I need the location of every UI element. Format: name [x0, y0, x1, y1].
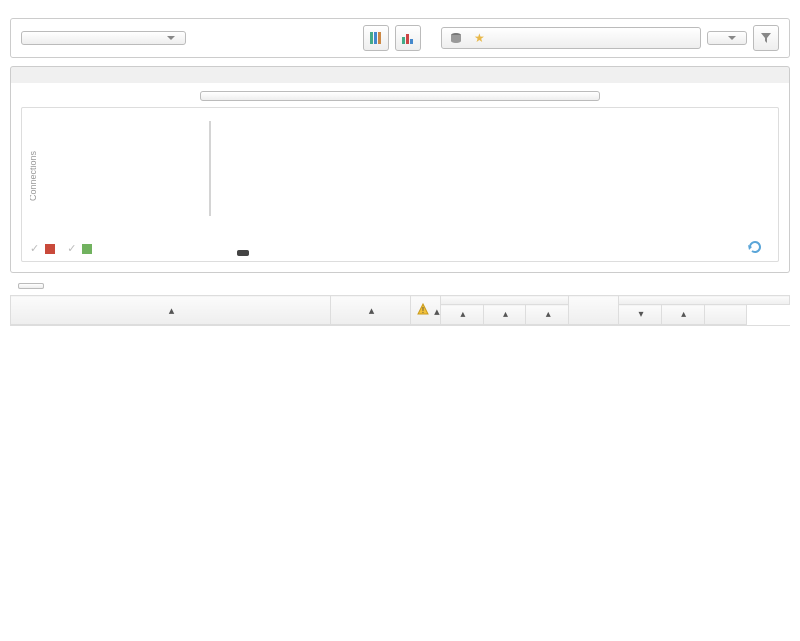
- warning-icon: !: [417, 303, 429, 315]
- chart-legend: ✓ ✓: [30, 240, 770, 257]
- star-icon: ★: [474, 31, 485, 45]
- statements-dropdown[interactable]: ★: [441, 27, 701, 49]
- legend-swatch-total: [45, 244, 55, 254]
- chevron-down-icon: [167, 36, 175, 40]
- bars-icon: [401, 31, 415, 45]
- th-query[interactable]: ▴: [11, 296, 331, 325]
- th-max[interactable]: ▴: [661, 305, 704, 325]
- page-size-select[interactable]: [18, 283, 44, 289]
- funnel-icon: [760, 32, 772, 44]
- graph-section: Connections ✓ ✓: [10, 83, 790, 273]
- refresh-icon[interactable]: [746, 240, 770, 257]
- chart-tooltip: [237, 250, 249, 256]
- th-alert[interactable]: ! ▴: [411, 296, 441, 325]
- th-err[interactable]: ▴: [483, 305, 526, 325]
- query-table: ▴ ▴ ! ▴ ▴ ▴ ▴ ▾ ▴: [10, 295, 790, 325]
- th-total[interactable]: ▾: [619, 305, 662, 325]
- table-controls: [0, 273, 800, 295]
- graph-metric-dropdown[interactable]: [200, 91, 600, 101]
- new-button[interactable]: [707, 31, 747, 45]
- chart: Connections ✓ ✓: [21, 107, 779, 262]
- svg-text:!: !: [422, 306, 424, 315]
- yaxis-label: Connections: [30, 150, 38, 201]
- toolbar: ★: [10, 18, 790, 58]
- page-title: [0, 0, 800, 18]
- th-avg[interactable]: [704, 305, 747, 325]
- th-database[interactable]: ▴: [331, 296, 411, 325]
- filter-button[interactable]: [753, 25, 779, 51]
- th-counts: [441, 296, 569, 305]
- table-footer: [10, 325, 790, 342]
- legend-swatch-running: [82, 244, 92, 254]
- db-icon: [450, 32, 462, 44]
- th-warn[interactable]: ▴: [526, 305, 569, 325]
- chart-view-icon[interactable]: [395, 25, 421, 51]
- chevron-down-icon: [728, 36, 736, 40]
- check-icon: ✓: [67, 242, 76, 255]
- check-icon: ✓: [30, 242, 39, 255]
- export-dropdown[interactable]: [21, 31, 186, 45]
- th-latency: [619, 296, 790, 305]
- th-exec[interactable]: ▴: [441, 305, 484, 325]
- column-view-icon[interactable]: [363, 25, 389, 51]
- graph-section-header: [10, 66, 790, 83]
- th-qrti[interactable]: [569, 296, 619, 325]
- chart-svg[interactable]: Connections: [30, 116, 770, 236]
- columns-icon: [369, 31, 383, 45]
